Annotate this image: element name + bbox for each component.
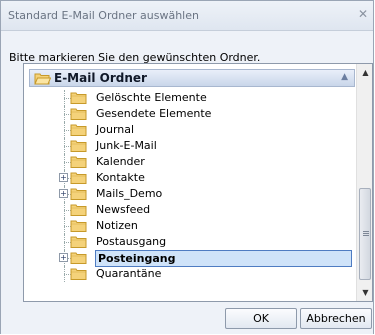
tree-item-label: Gesendete Elemente: [96, 107, 212, 120]
tree-item-label: Posteingang: [95, 250, 352, 267]
title-bar: Standard E-Mail Ordner auswählen ✕: [1, 1, 373, 31]
folder-icon: [70, 91, 87, 107]
tree-item[interactable]: Postausgang: [24, 234, 354, 250]
chevron-up-icon[interactable]: ▲: [341, 72, 348, 82]
folder-tree[interactable]: E-Mail Ordner ▲ Gelöschte Elemente Gesend…: [23, 63, 373, 302]
tree-item[interactable]: + Mails_Demo: [24, 186, 354, 202]
tree-item-label: Kontakte: [96, 171, 145, 184]
folder-icon: [70, 219, 87, 235]
tree-item[interactable]: Gelöschte Elemente: [24, 90, 354, 106]
tree-root-label: E-Mail Ordner: [54, 71, 147, 85]
folder-icon: [70, 251, 87, 267]
ok-button[interactable]: OK: [225, 308, 297, 329]
tree-item-label: Gelöschte Elemente: [96, 91, 207, 104]
folder-icon: [70, 235, 87, 251]
folder-icon: [70, 123, 87, 139]
folder-icon: [70, 171, 87, 187]
vertical-scrollbar[interactable]: ▲ ▼: [356, 64, 372, 301]
tree-item[interactable]: Journal: [24, 122, 354, 138]
tree-item[interactable]: Quarantäne: [24, 266, 354, 282]
expand-icon[interactable]: +: [59, 173, 68, 182]
folder-icon: [70, 187, 87, 203]
expand-icon[interactable]: +: [59, 189, 68, 198]
tree-root-row[interactable]: E-Mail Ordner ▲: [29, 69, 355, 87]
folder-open-icon: [34, 73, 51, 85]
tree-item-label: Newsfeed: [96, 203, 151, 216]
grip-line: [363, 233, 369, 234]
tree-item-label: Kalender: [96, 155, 145, 168]
close-icon[interactable]: ✕: [356, 7, 370, 21]
tree-item-label: Mails_Demo: [96, 187, 163, 200]
grip-line: [363, 235, 369, 236]
folder-select-dialog: Standard E-Mail Ordner auswählen ✕ Bitte…: [0, 0, 374, 334]
scrollbar-thumb[interactable]: [359, 188, 371, 280]
tree-item[interactable]: Kalender: [24, 154, 354, 170]
tree-item[interactable]: Notizen: [24, 218, 354, 234]
folder-icon: [70, 267, 87, 283]
folder-icon: [70, 139, 87, 155]
tree-item-label: Junk-E-Mail: [96, 139, 157, 152]
window-title: Standard E-Mail Ordner auswählen: [8, 9, 199, 22]
tree-item[interactable]: Junk-E-Mail: [24, 138, 354, 154]
scroll-down-icon[interactable]: ▼: [357, 284, 372, 301]
cancel-button[interactable]: Abbrechen: [300, 308, 372, 329]
scroll-up-icon[interactable]: ▲: [357, 64, 372, 81]
tree-item-label: Quarantäne: [96, 267, 162, 280]
tree-item[interactable]: Gesendete Elemente: [24, 106, 354, 122]
tree-item[interactable]: + Posteingang: [24, 250, 354, 267]
tree-item-label: Journal: [96, 123, 135, 136]
folder-icon: [70, 203, 87, 219]
tree-item-label: Notizen: [96, 219, 138, 232]
expand-icon[interactable]: +: [59, 253, 68, 262]
folder-icon: [70, 155, 87, 171]
tree-item[interactable]: + Kontakte: [24, 170, 354, 186]
folder-icon: [70, 107, 87, 123]
grip-line: [363, 231, 369, 232]
tree-item[interactable]: Newsfeed: [24, 202, 354, 218]
tree-item-label: Postausgang: [96, 235, 167, 248]
